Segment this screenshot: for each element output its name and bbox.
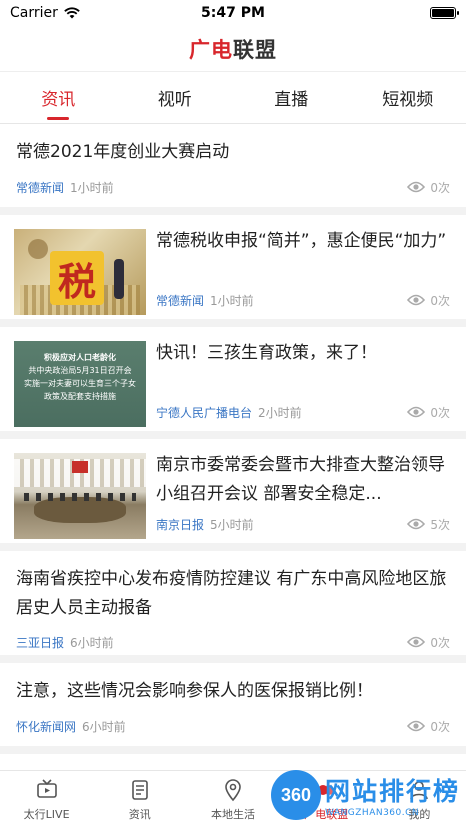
tv-icon [36,778,57,798]
news-title: 常德2021年度创业大赛启动 [16,142,230,162]
news-item[interactable]: 注意，这些情况会影响参保人的医保报销比例！ 怀化新闻网 6小时前 0次 [0,663,466,754]
news-item[interactable]: 积极应对人口老龄化 共中央政治局5月31日召开会 实施一对夫妻可以生育三个子女 … [0,327,466,439]
view-count-value: 0次 [430,405,450,420]
news-title: 南京市委常委会暨市大排查大整治领导小组召开会议 部署安全稳定... [156,455,445,504]
tabbar-label: 太行LIVE [23,807,70,821]
news-time: 6小时前 [82,719,126,734]
view-count: 0次 [407,718,450,735]
news-meta: 常德新闻 1小时前 0次 [156,281,450,319]
app-logo: 广电联盟 [189,34,277,64]
news-title: 常德税收申报“简并”，惠企便民“加力” [156,231,447,251]
app-header: 广电联盟 [0,26,466,72]
news-title: 海南省疾控中心发布疫情防控建议 有广东中高风险地区旅居史人员主动报备 [16,569,447,618]
watermark-main: 网站排行榜 [324,777,460,806]
status-bar: Carrier 5:47 PM [0,0,466,26]
tab-short-video[interactable]: 短视频 [350,72,466,123]
eye-icon [407,181,426,193]
news-time: 1小时前 [210,293,254,308]
tax-graphic-text: 税 [50,251,104,305]
news-body: 南京市委常委会暨市大排查大整治领导小组召开会议 部署安全稳定... 南京日报 5… [156,439,450,543]
news-title: 快讯！三孩生育政策，来了！ [156,343,377,363]
battery-icon [430,7,459,19]
tab-live[interactable]: 直播 [233,72,350,123]
tabbar-label: 本地生活 [211,807,255,821]
news-source[interactable]: 三亚日报 [16,634,64,651]
thumbnail-caption-line: 实施一对夫妻可以生育三个子女 [24,379,136,388]
eye-icon [407,406,426,418]
tabbar-label: 资讯 [128,807,151,821]
news-body: 常德税收申报“简并”，惠企便民“加力” 常德新闻 1小时前 0次 [156,215,450,319]
news-source[interactable]: 南京日报 [156,516,204,533]
eye-icon [407,518,426,530]
news-item[interactable]: 海南省疾控中心发布疫情防控建议 有广东中高风险地区旅居史人员主动报备 三亚日报 … [0,551,466,663]
watermark-sub: WANGZHAN360.CN [324,808,420,818]
news-meta: 南京日报 5小时前 5次 [156,505,450,543]
news-feed: 常德2021年度创业大赛启动 常德新闻 1小时前 0次 税 常德税收申报“简并”… [0,124,466,754]
news-meta: 三亚日报 6小时前 0次 [16,623,450,661]
logo-part-1: 广电 [189,36,233,62]
news-source[interactable]: 常德新闻 [156,292,204,309]
document-icon [131,779,148,800]
news-source[interactable]: 常德新闻 [16,179,64,196]
view-count: 0次 [407,292,450,309]
watermark-badge: 360 [270,770,321,820]
news-time: 2小时前 [258,405,302,420]
news-item[interactable]: 税 常德税收申报“简并”，惠企便民“加力” 常德新闻 1小时前 0次 [0,215,466,327]
tabbar-item-taihang-live[interactable]: 太行LIVE [0,771,93,828]
view-count-value: 0次 [430,293,450,308]
thumbnail-caption-line: 积极应对人口老龄化 [44,353,116,362]
news-source[interactable]: 怀化新闻网 [16,718,76,735]
thumbnail-caption-line: 共中央政治局5月31日召开会 [28,366,132,375]
eye-icon [407,636,426,648]
view-count: 0次 [407,404,450,421]
tabbar-item-news[interactable]: 资讯 [93,771,186,828]
tabbar-item-local-life[interactable]: 本地生活 [186,771,279,828]
news-meta: 怀化新闻网 6小时前 0次 [16,706,450,746]
news-source[interactable]: 宁德人民广播电台 [156,404,252,421]
status-left: Carrier [10,5,80,21]
news-meta: 宁德人民广播电台 2小时前 0次 [156,393,450,431]
view-count: 5次 [407,516,450,533]
news-thumbnail [14,453,146,539]
view-count: 0次 [407,179,450,196]
carrier-label: Carrier [10,5,58,21]
news-thumbnail: 积极应对人口老龄化 共中央政治局5月31日召开会 实施一对夫妻可以生育三个子女 … [14,341,146,427]
eye-icon [407,720,426,732]
tab-audiovisual[interactable]: 视听 [117,72,234,123]
news-item[interactable]: 南京市委常委会暨市大排查大整治领导小组召开会议 部署安全稳定... 南京日报 5… [0,439,466,551]
news-time: 1小时前 [70,180,114,195]
view-count-value: 0次 [430,180,450,195]
view-count: 0次 [407,634,450,651]
category-tabs: 资讯 视听 直播 短视频 [0,72,466,124]
view-count-value: 0次 [430,635,450,650]
watermark-text: 网站排行榜 WANGZHAN360.CN [325,772,460,818]
view-count-value: 5次 [430,517,450,532]
news-time: 5小时前 [210,517,254,532]
eye-icon [407,294,426,306]
site-watermark: 360 网站排行榜 WANGZHAN360.CN [270,770,460,820]
news-title: 注意，这些情况会影响参保人的医保报销比例！ [16,681,373,701]
wifi-icon [64,7,80,19]
location-pin-icon [225,778,241,801]
news-meta: 常德新闻 1小时前 0次 [16,167,450,207]
news-body: 快讯！三孩生育政策，来了！ 宁德人民广播电台 2小时前 0次 [156,327,450,431]
view-count-value: 0次 [430,719,450,734]
news-thumbnail: 税 [14,229,146,315]
news-item[interactable]: 常德2021年度创业大赛启动 常德新闻 1小时前 0次 [0,124,466,215]
news-time: 6小时前 [70,635,114,650]
tab-news[interactable]: 资讯 [0,72,117,123]
thumbnail-caption-line: 政策及配套支持措施 [44,392,116,401]
logo-part-2: 联盟 [233,36,277,62]
